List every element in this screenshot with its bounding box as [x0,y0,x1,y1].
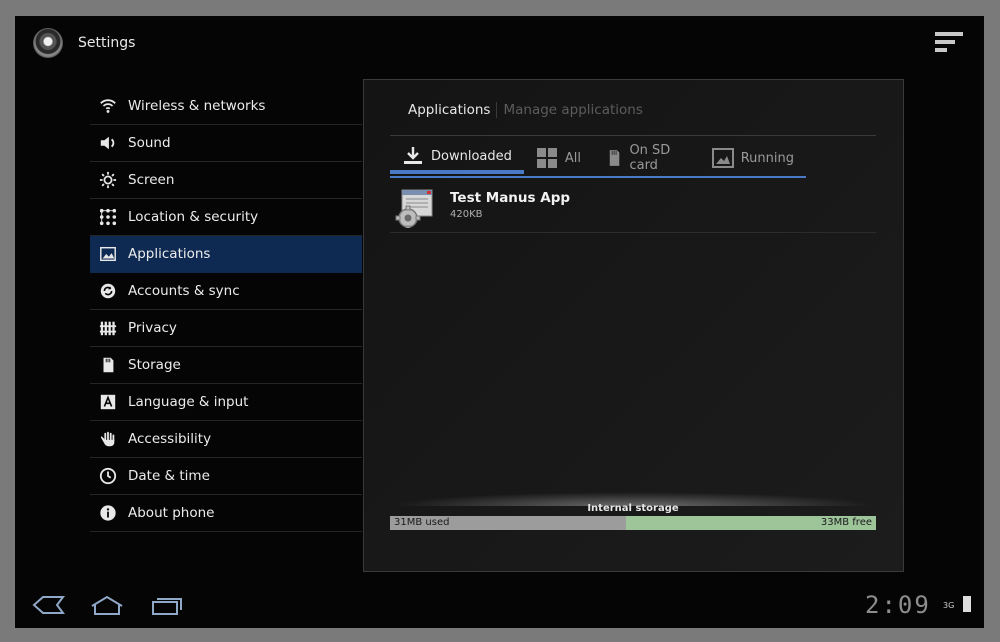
wifi-icon [98,96,118,116]
sidebar-item-label: Accessibility [128,431,212,447]
sd-card-icon [609,150,620,166]
storage-bar: 31MB used 33MB free [390,516,876,530]
sidebar-item-label: Sound [128,135,171,151]
recent-apps-button[interactable] [151,594,185,616]
status-clock[interactable]: 2:09 [865,591,931,619]
privacy-fence-icon [98,318,118,338]
tab-label: Running [740,150,794,166]
download-icon [404,147,422,164]
applications-panel: Applications Manage applications Downloa… [363,79,904,572]
back-button[interactable] [31,594,65,616]
sidebar-item-location-security[interactable]: Location & security [90,199,362,236]
tab-downloaded[interactable]: Downloaded [390,142,524,174]
app-size: 420KB [450,209,483,220]
settings-app-icon[interactable] [33,28,63,58]
sidebar-item-about-phone[interactable]: About phone [90,495,362,532]
sd-card-icon [98,355,118,375]
tab-label: On SD card [629,143,671,173]
sidebar-item-label: Location & security [128,209,259,225]
grid-icon [536,148,557,168]
sidebar-item-label: Storage [128,357,181,373]
overflow-menu-icon[interactable] [935,32,963,56]
applications-icon [98,244,118,264]
network-indicator: 3G [943,601,955,610]
tab-label: All [564,150,581,166]
sidebar: Wireless & networks Sound Screen Locatio… [90,88,362,532]
sidebar-item-label: Screen [128,172,175,188]
app-name: Test Manus App [450,190,571,206]
app-list-item[interactable]: Test Manus App 420KB [390,180,876,233]
sidebar-item-label: About phone [128,505,215,521]
storage-used: 31MB used [390,516,626,530]
tablet-screen: Settings Wireless & networks Sound Scree… [15,16,984,628]
sidebar-item-accessibility[interactable]: Accessibility [90,421,362,458]
sidebar-item-accounts-sync[interactable]: Accounts & sync [90,273,362,310]
breadcrumb: Applications Manage applications [408,102,643,118]
tab-running[interactable]: Running [700,142,806,174]
storage-label: Internal storage [587,503,679,514]
sidebar-item-label: Accounts & sync [128,283,240,299]
sidebar-item-label: Language & input [128,394,249,410]
tab-on-sd-card[interactable]: On SD card [593,142,700,174]
sidebar-item-privacy[interactable]: Privacy [90,310,362,347]
app-settings-icon [395,189,433,228]
sidebar-item-storage[interactable]: Storage [90,347,362,384]
sidebar-item-label: Date & time [128,468,210,484]
sidebar-item-language-input[interactable]: Language & input [90,384,362,421]
divider [390,135,876,136]
running-icon [711,148,734,168]
sync-icon [98,281,118,301]
sidebar-item-applications[interactable]: Applications [90,236,362,273]
info-icon [98,503,118,523]
sidebar-item-screen[interactable]: Screen [90,162,362,199]
sidebar-item-wireless[interactable]: Wireless & networks [90,88,362,125]
clock-icon [98,466,118,486]
sidebar-item-label: Privacy [128,320,177,336]
tab-all[interactable]: All [524,142,593,174]
battery-icon [963,596,971,612]
brightness-icon [98,170,118,190]
sidebar-item-date-time[interactable]: Date & time [90,458,362,495]
sidebar-item-label: Applications [128,246,211,262]
app-title: Settings [78,35,136,51]
home-button[interactable] [90,594,124,616]
sidebar-item-sound[interactable]: Sound [90,125,362,162]
breadcrumb-sub: Manage applications [503,102,643,118]
language-icon [98,392,118,412]
breadcrumb-current[interactable]: Applications [408,102,498,118]
sidebar-item-label: Wireless & networks [128,98,266,114]
tab-bar: Downloaded All On SD card Running [390,142,806,178]
location-grid-icon [98,207,118,227]
tab-label: Downloaded [431,148,512,164]
hand-icon [98,429,118,449]
storage-free: 33MB free [625,516,876,530]
speaker-icon [98,133,118,153]
